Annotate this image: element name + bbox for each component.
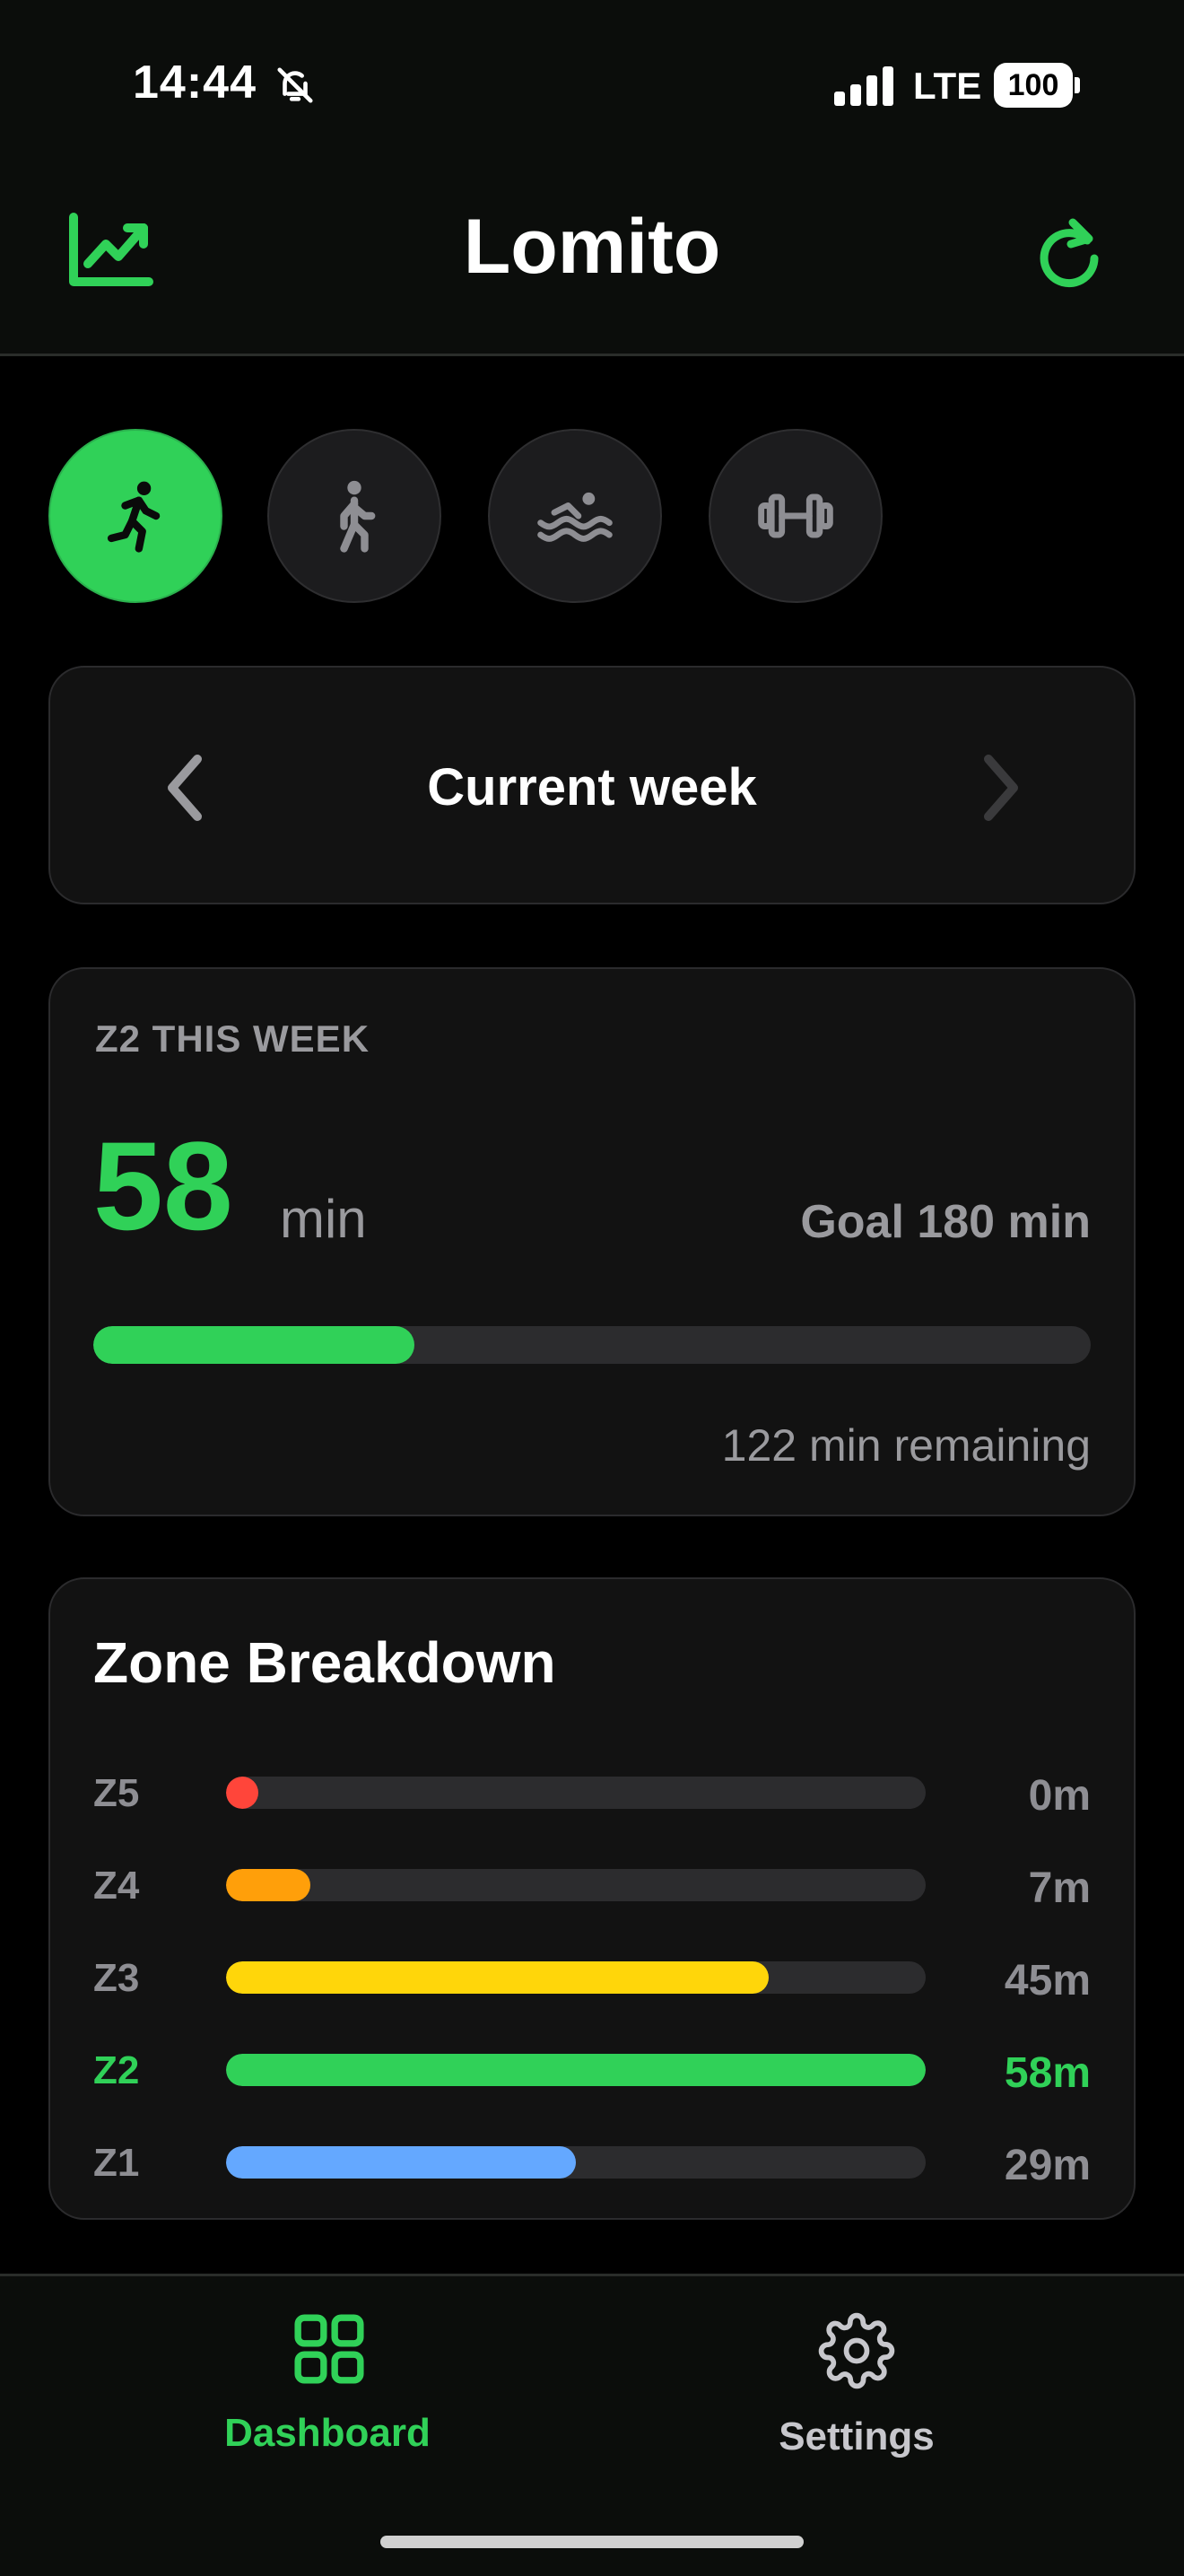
home-indicator bbox=[380, 2536, 804, 2548]
zone-bar-track bbox=[226, 1777, 926, 1809]
z2-remaining: 122 min remaining bbox=[721, 1420, 1091, 1471]
refresh-icon[interactable] bbox=[1033, 215, 1105, 296]
battery-level: 100 bbox=[994, 63, 1073, 108]
app-title: Lomito bbox=[463, 204, 721, 290]
walking-icon bbox=[340, 480, 376, 553]
zone-row-z3: Z3 45m bbox=[50, 1951, 1134, 2004]
z2-unit: min bbox=[280, 1189, 367, 1249]
top-bar: 14:44 LTE 100 Lomito bbox=[0, 0, 1184, 356]
bell-slash-icon bbox=[277, 67, 313, 103]
network-type: LTE bbox=[913, 65, 982, 107]
zone-breakdown-card: Zone Breakdown Z5 0m Z4 7m Z3 45m Z2 58m… bbox=[48, 1577, 1136, 2220]
zone-bar-fill bbox=[226, 1961, 770, 1994]
tab-settings[interactable]: Settings bbox=[709, 2312, 1005, 2474]
zone-bar-fill bbox=[226, 2054, 926, 2086]
swimming-icon bbox=[537, 492, 613, 542]
z2-progress-bar bbox=[93, 1326, 1091, 1364]
chevron-right-icon[interactable] bbox=[974, 752, 1028, 824]
z2-summary-card: Z2 THIS WEEK 58 min Goal 180 min 122 min… bbox=[48, 967, 1136, 1516]
zone-row-z5: Z5 0m bbox=[50, 1766, 1134, 1820]
zone-row-z4: Z4 7m bbox=[50, 1858, 1134, 1912]
tab-dashboard-label: Dashboard bbox=[224, 2411, 431, 2455]
signal-icon bbox=[834, 66, 893, 106]
zone-bar-track bbox=[226, 1869, 926, 1901]
zone-value: 29m bbox=[1004, 2142, 1091, 2189]
zone-bar-track bbox=[226, 2054, 926, 2086]
status-time: 14:44 bbox=[133, 57, 257, 109]
tab-dashboard[interactable]: Dashboard bbox=[179, 2312, 475, 2474]
battery-icon: 100 bbox=[994, 63, 1080, 108]
zone-label: Z3 bbox=[93, 1956, 140, 2000]
week-label: Current week bbox=[427, 758, 757, 816]
zone-row-z1: Z1 29m bbox=[50, 2135, 1134, 2189]
activity-swimming-button[interactable] bbox=[488, 429, 662, 603]
activity-strength-button[interactable] bbox=[709, 429, 883, 603]
grid-icon bbox=[294, 2314, 364, 2384]
zone-breakdown-title: Zone Breakdown bbox=[93, 1630, 556, 1695]
week-navigator: Current week bbox=[48, 666, 1136, 904]
zone-bar-track bbox=[226, 1961, 926, 1994]
zone-bar-fill bbox=[226, 1777, 258, 1809]
activity-running-button[interactable] bbox=[48, 429, 222, 603]
activity-walking-button[interactable] bbox=[267, 429, 441, 603]
tab-bar: Dashboard Settings bbox=[0, 2274, 1184, 2576]
zone-bar-fill bbox=[226, 2146, 576, 2179]
zone-row-z2: Z2 58m bbox=[50, 2043, 1134, 2097]
dumbbell-icon bbox=[758, 493, 833, 538]
running-icon bbox=[107, 481, 161, 553]
zone-label: Z5 bbox=[93, 1771, 140, 1815]
zone-value: 0m bbox=[1028, 1772, 1091, 1820]
z2-minutes-value: 58 bbox=[93, 1115, 233, 1256]
zone-label: Z4 bbox=[93, 1864, 140, 1908]
zone-bar-track bbox=[226, 2146, 926, 2179]
zone-label: Z1 bbox=[93, 2141, 140, 2185]
tab-settings-label: Settings bbox=[779, 2414, 935, 2458]
card-title: Z2 THIS WEEK bbox=[95, 1017, 370, 1060]
z2-progress-fill bbox=[93, 1326, 415, 1364]
zone-value: 58m bbox=[1004, 2049, 1091, 2097]
zone-value: 7m bbox=[1028, 1864, 1091, 1912]
z2-goal: Goal 180 min bbox=[800, 1196, 1091, 1248]
gear-icon bbox=[818, 2312, 895, 2389]
zone-label: Z2 bbox=[93, 2048, 140, 2092]
zone-bar-fill bbox=[226, 1869, 311, 1901]
zone-value: 45m bbox=[1004, 1957, 1091, 2004]
